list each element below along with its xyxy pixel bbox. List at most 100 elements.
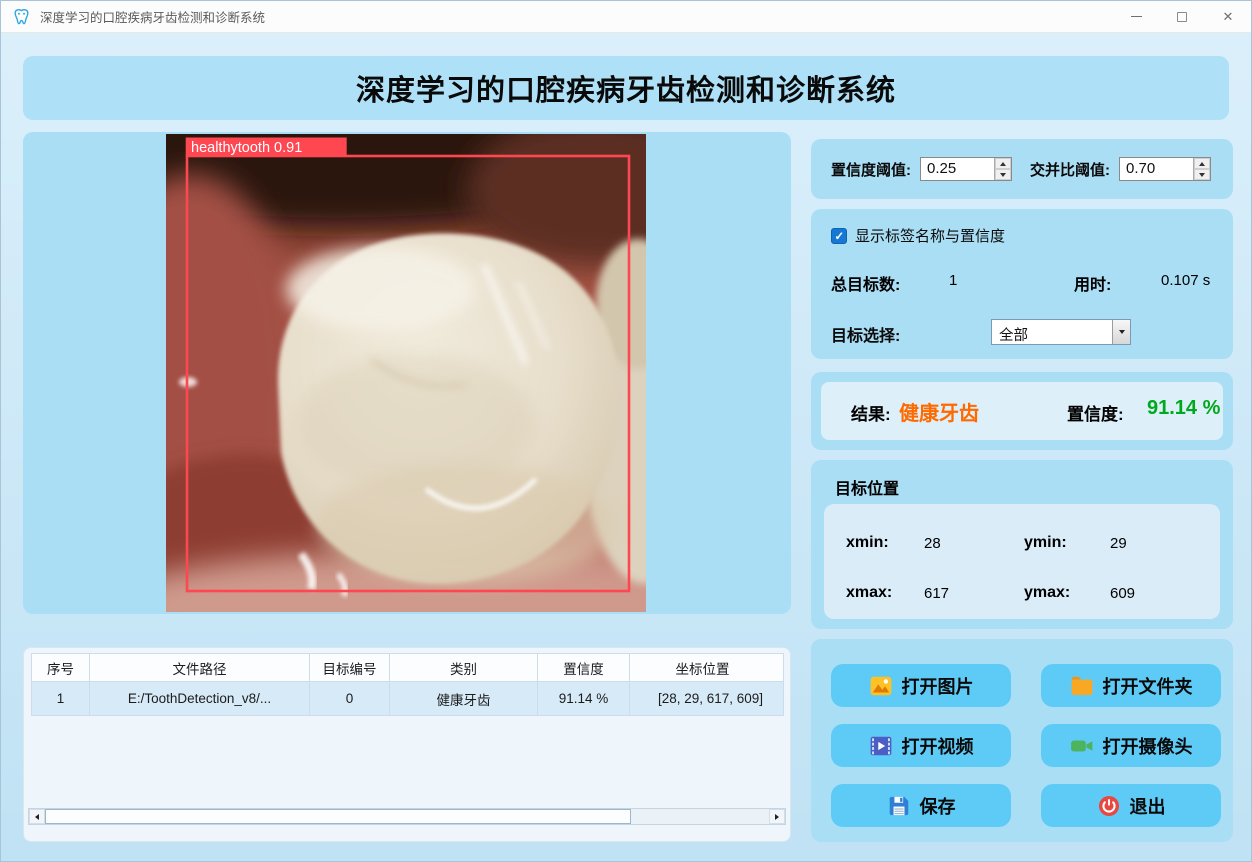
dropdown-arrow-button[interactable] (1112, 320, 1130, 344)
xmin-label: xmin: (846, 534, 889, 552)
col-index: 序号 (32, 654, 90, 682)
target-select-label: 目标选择: (831, 322, 900, 346)
scroll-right-button[interactable] (769, 809, 785, 824)
time-value: 0.107 s (1161, 272, 1210, 289)
spin-down-button[interactable] (995, 169, 1011, 180)
table-row[interactable]: 1 E:/ToothDetection_v8/... 0 健康牙齿 91.14 … (32, 682, 784, 716)
horizontal-scrollbar[interactable] (28, 808, 786, 825)
maximize-icon (1177, 12, 1187, 22)
close-button[interactable]: ✕ (1205, 1, 1251, 32)
open-video-button[interactable]: 打开视频 (831, 724, 1011, 767)
video-camera-icon (1070, 734, 1094, 758)
ymin-label: ymin: (1024, 534, 1067, 552)
scroll-left-button[interactable] (29, 809, 45, 824)
arrow-left-icon (35, 814, 39, 820)
time-label: 用时: (1074, 271, 1111, 295)
spin-up-button[interactable] (1194, 158, 1210, 169)
scrollbar-track[interactable] (45, 809, 769, 824)
target-position-panel: 目标位置 xmin: 28 ymin: 29 xmax: 617 ymax: 6… (811, 460, 1233, 629)
total-targets-label: 总目标数: (831, 271, 900, 295)
arrow-down-icon (1199, 173, 1205, 177)
cell-index: 1 (32, 682, 90, 716)
chevron-down-icon (1119, 330, 1125, 334)
exit-button[interactable]: 退出 (1041, 784, 1221, 827)
open-folder-button[interactable]: 打开文件夹 (1041, 664, 1221, 707)
iou-threshold-label: 交并比阈值: (1030, 159, 1110, 180)
button-label: 退出 (1130, 793, 1166, 819)
film-play-icon (869, 734, 893, 758)
confidence-threshold-value[interactable]: 0.25 (921, 158, 994, 180)
maximize-button[interactable] (1159, 1, 1205, 32)
scrollbar-thumb[interactable] (45, 809, 631, 824)
ymin-value: 29 (1110, 535, 1127, 552)
picture-icon (869, 674, 893, 698)
power-icon (1097, 794, 1121, 818)
target-position-title: 目标位置 (835, 475, 899, 499)
open-image-button[interactable]: 打开图片 (831, 664, 1011, 707)
actions-grid: 打开图片 打开文件夹 (831, 664, 1213, 827)
page-title: 深度学习的口腔疾病牙齿检测和诊断系统 (356, 67, 896, 109)
col-class: 类别 (390, 654, 538, 682)
app-window: 深度学习的口腔疾病牙齿检测和诊断系统 ✕ 深度学习的口腔疾病牙齿检测和诊断系统 (0, 0, 1252, 862)
xmin-value: 28 (924, 535, 941, 552)
confidence-threshold-label: 置信度阈值: (831, 159, 911, 180)
show-labels-label: 显示标签名称与置信度 (855, 225, 1005, 246)
arrow-up-icon (1000, 162, 1006, 166)
show-labels-checkbox[interactable] (831, 228, 847, 244)
actions-panel: 打开图片 打开文件夹 (811, 639, 1233, 842)
cell-coordinates: [28, 29, 617, 609] (630, 682, 784, 716)
target-select-dropdown[interactable]: 全部 (991, 319, 1131, 345)
ymax-value: 609 (1110, 585, 1135, 602)
result-confidence-label: 置信度: (1067, 400, 1124, 425)
bbox-label: healthytooth 0.91 (191, 140, 302, 156)
target-select-row: 目标选择: 全部 (831, 319, 1213, 345)
open-camera-button[interactable]: 打开摄像头 (1041, 724, 1221, 767)
detection-image: healthytooth 0.91 (166, 134, 646, 612)
window-controls: ✕ (1113, 1, 1251, 32)
image-viewer-panel: healthytooth 0.91 (23, 132, 791, 614)
col-coordinates: 坐标位置 (630, 654, 784, 682)
col-filepath: 文件路径 (90, 654, 310, 682)
close-icon: ✕ (1223, 9, 1234, 25)
arrow-up-icon (1199, 162, 1205, 166)
table-header-row: 序号 文件路径 目标编号 类别 置信度 坐标位置 (32, 654, 784, 682)
iou-threshold-spinner[interactable]: 0.70 (1119, 157, 1211, 181)
folder-icon (1070, 674, 1094, 698)
button-label: 打开视频 (902, 733, 974, 759)
spin-down-button[interactable] (1194, 169, 1210, 180)
col-confidence: 置信度 (538, 654, 630, 682)
target-position-box: xmin: 28 ymin: 29 xmax: 617 ymax: 609 (824, 504, 1220, 619)
results-table: 序号 文件路径 目标编号 类别 置信度 坐标位置 1 E:/ToothDetec… (31, 653, 784, 716)
total-targets-value: 1 (949, 272, 957, 289)
floppy-disk-icon (887, 794, 911, 818)
xmax-label: xmax: (846, 584, 892, 602)
save-button[interactable]: 保存 (831, 784, 1011, 827)
thresholds-panel: 置信度阈值: 0.25 交并比阈值: 0.70 (811, 139, 1233, 199)
spinner-buttons (994, 158, 1011, 180)
cell-filepath: E:/ToothDetection_v8/... (90, 682, 310, 716)
window-title: 深度学习的口腔疾病牙齿检测和诊断系统 (40, 7, 265, 26)
page-title-banner: 深度学习的口腔疾病牙齿检测和诊断系统 (23, 56, 1229, 120)
show-labels-row: 显示标签名称与置信度 (831, 225, 1005, 246)
result-box: 结果: 健康牙齿 置信度: 91.14 % (821, 382, 1223, 440)
iou-threshold-value[interactable]: 0.70 (1120, 158, 1193, 180)
button-label: 打开文件夹 (1103, 673, 1193, 699)
spin-up-button[interactable] (995, 158, 1011, 169)
arrow-down-icon (1000, 173, 1006, 177)
target-select-value: 全部 (992, 320, 1112, 344)
detection-settings-panel: 显示标签名称与置信度 总目标数: 1 用时: 0.107 s 目标选择: 全部 (811, 209, 1233, 359)
result-label: 结果: (851, 400, 891, 425)
result-confidence-value: 91.14 % (1147, 397, 1220, 420)
main-content: 深度学习的口腔疾病牙齿检测和诊断系统 (1, 34, 1251, 861)
titlebar: 深度学习的口腔疾病牙齿检测和诊断系统 ✕ (1, 1, 1251, 33)
button-label: 打开图片 (902, 673, 974, 699)
cell-class: 健康牙齿 (390, 682, 538, 716)
minimize-button[interactable] (1113, 1, 1159, 32)
cell-target-id: 0 (310, 682, 390, 716)
confidence-threshold-spinner[interactable]: 0.25 (920, 157, 1012, 181)
arrow-right-icon (775, 814, 779, 820)
button-label: 打开摄像头 (1103, 733, 1193, 759)
cell-confidence: 91.14 % (538, 682, 630, 716)
col-target-id: 目标编号 (310, 654, 390, 682)
tooth-icon (12, 7, 31, 26)
